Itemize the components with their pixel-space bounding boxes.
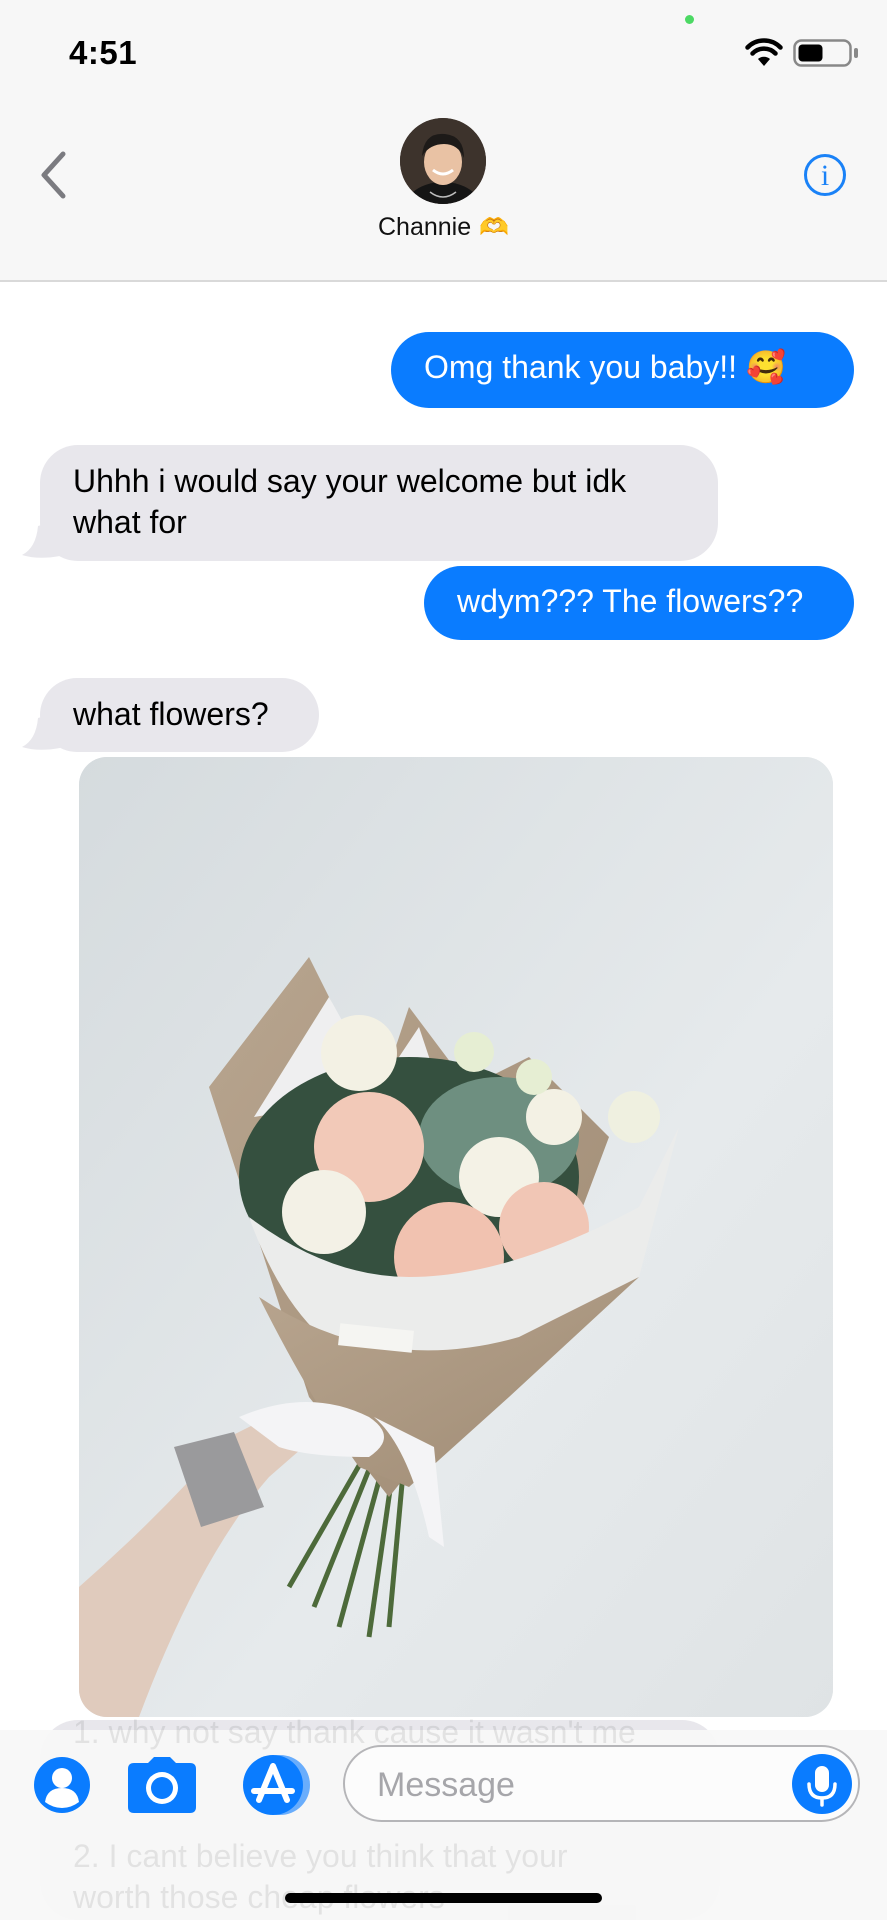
app-store-icon[interactable] (238, 1754, 312, 1816)
contact-name: Channie (377, 213, 472, 241)
obscured-message-text: 2. I cant believe you think that your (73, 1838, 568, 1874)
message-outgoing[interactable]: Omg thank you baby!! 🥰 (391, 332, 854, 408)
info-icon[interactable]: i (804, 154, 846, 196)
message-incoming[interactable]: Uhhh i would say your welcome but idk wh… (40, 445, 718, 561)
heart-hands-emoji: 🫶 (479, 214, 510, 241)
photo-attachment[interactable] (79, 757, 833, 1717)
message-text: what flowers? (73, 696, 269, 732)
message-text: wdym??? The flowers?? (457, 583, 804, 619)
message-input[interactable] (375, 1759, 779, 1811)
message-outgoing[interactable]: wdym??? The flowers?? (424, 566, 854, 640)
clock: 4:51 (69, 34, 138, 71)
microphone-button[interactable] (792, 1754, 852, 1814)
contact-avatar[interactable] (400, 118, 486, 204)
battery-icon (793, 39, 858, 67)
home-indicator[interactable] (285, 1893, 602, 1903)
back-chevron-icon[interactable] (38, 150, 68, 200)
message-text: Omg thank you baby!! 🥰 (424, 349, 786, 385)
message-incoming[interactable]: what flowers? (40, 678, 319, 752)
message-text: Uhhh i would say your welcome but idk wh… (73, 463, 627, 540)
privacy-indicator (685, 15, 694, 24)
microphone-icon (807, 1766, 837, 1807)
wifi-icon (745, 38, 783, 66)
camera-icon[interactable] (126, 1755, 198, 1815)
contact-name-row[interactable]: Channie 🫶 (0, 213, 887, 242)
conversation-header: Channie 🫶 i (0, 105, 887, 282)
status-bar: 4:51 (0, 0, 887, 105)
contact-card-icon[interactable] (33, 1756, 91, 1814)
bouquet-image (79, 757, 833, 1717)
message-input-field[interactable] (343, 1745, 860, 1822)
